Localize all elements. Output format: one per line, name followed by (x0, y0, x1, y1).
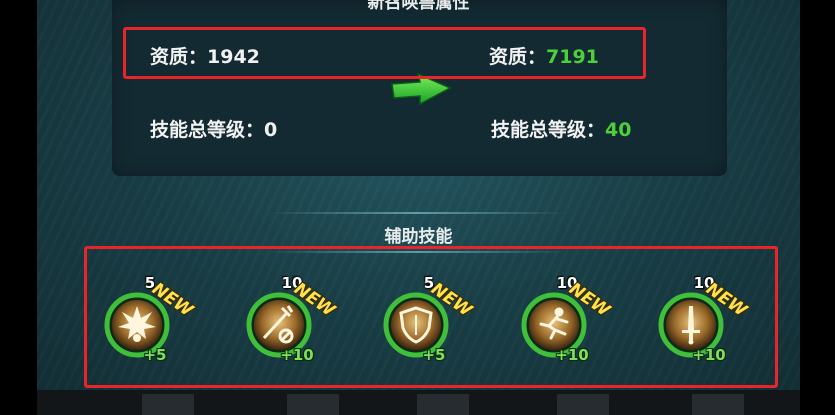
old-skill-level-value: 0 (264, 119, 278, 141)
left-margin (0, 0, 37, 415)
bottom-slot (287, 394, 339, 415)
skills-highlight-box (84, 246, 778, 388)
new-skill-level-label: 技能总等级： (491, 119, 606, 141)
section-divider-top (267, 212, 567, 214)
bottom-slot (692, 394, 744, 415)
old-skill-level: 技能总等级：0 (150, 115, 277, 142)
panel-title: 新召唤兽属性 (367, 0, 470, 13)
new-skill-level: 技能总等级：40 (491, 115, 631, 142)
old-skill-level-label: 技能总等级： (150, 119, 265, 141)
bottom-slot (417, 394, 469, 415)
bottom-bar (37, 390, 800, 415)
new-skill-level-value: 40 (605, 119, 632, 141)
aptitude-highlight-box (123, 27, 646, 79)
bottom-slot (142, 394, 194, 415)
bottom-slot (557, 394, 609, 415)
right-margin (800, 0, 835, 415)
support-skills-title: 辅助技能 (384, 227, 453, 247)
